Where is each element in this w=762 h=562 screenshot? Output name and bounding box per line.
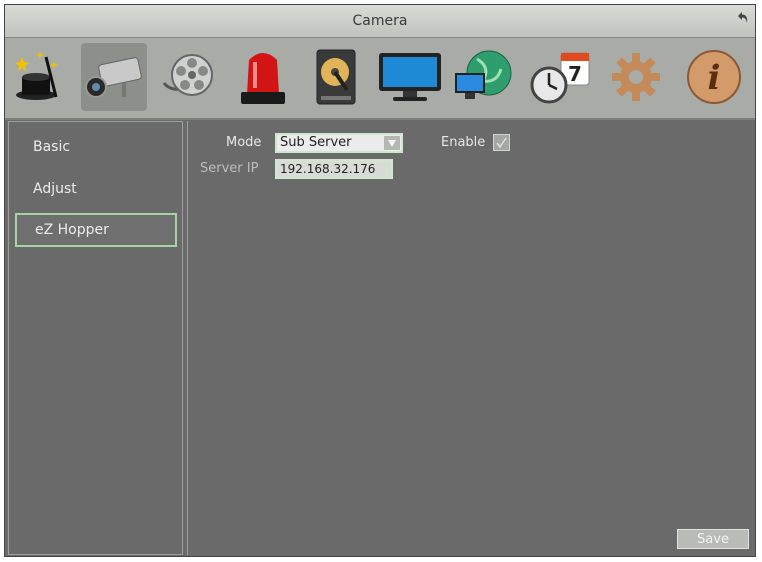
magic-wizard-icon xyxy=(15,51,58,100)
save-button[interactable]: Save xyxy=(677,529,749,549)
schedule-button[interactable]: 7 xyxy=(527,43,593,111)
sidebar-item-label: eZ Hopper xyxy=(35,222,109,238)
sidebar-menu: Basic Adjust eZ Hopper xyxy=(8,121,183,555)
network-button[interactable] xyxy=(451,43,517,111)
server-ip-value: 192.168.32.176 xyxy=(280,162,376,176)
playback-button[interactable] xyxy=(155,43,221,111)
enable-label: Enable xyxy=(441,135,486,150)
mode-select[interactable]: Sub Server xyxy=(275,133,403,153)
mode-label: Mode xyxy=(226,135,262,150)
info-button[interactable]: i xyxy=(681,43,747,111)
sidebar-item-basic[interactable]: Basic xyxy=(15,130,177,164)
film-reel-icon xyxy=(162,54,213,96)
sidebar-item-label: Adjust xyxy=(33,181,77,197)
sidebar-item-ez-hopper[interactable]: eZ Hopper xyxy=(15,213,177,247)
calendar-day: 7 xyxy=(568,62,582,86)
alarm-siren-icon xyxy=(241,53,285,104)
ez-hopper-panel: Mode Sub Server Enable Server IP 192.168… xyxy=(187,121,754,555)
gear-icon xyxy=(612,53,660,101)
sidebar-item-label: Basic xyxy=(33,139,71,155)
network-globe-icon xyxy=(455,50,512,99)
camera-button[interactable] xyxy=(81,43,147,111)
info-icon: i xyxy=(687,50,741,104)
info-glyph: i xyxy=(708,58,721,98)
wizard-button[interactable] xyxy=(7,43,73,111)
storage-button[interactable] xyxy=(303,43,369,111)
settings-button[interactable] xyxy=(603,43,669,111)
schedule-clock-calendar-icon: 7 xyxy=(530,52,590,104)
camera-icon xyxy=(85,57,142,98)
chevron-down-icon xyxy=(384,136,400,150)
display-button[interactable] xyxy=(377,43,443,111)
title-bar: Camera xyxy=(5,5,755,38)
server-ip-field[interactable]: 192.168.32.176 xyxy=(275,159,393,179)
window-title: Camera xyxy=(352,13,408,29)
sidebar-item-adjust[interactable]: Adjust xyxy=(15,172,177,206)
camera-settings-window: Camera 7 i Basic Adjust eZ Hopper Mode S… xyxy=(4,4,756,557)
back-arrow-icon[interactable] xyxy=(735,11,749,25)
server-ip-label: Server IP xyxy=(200,161,259,176)
mode-select-value: Sub Server xyxy=(280,135,352,150)
checkmark-icon xyxy=(496,137,507,149)
main-toolbar: 7 i xyxy=(5,38,755,120)
monitor-icon xyxy=(379,53,441,101)
enable-checkbox[interactable] xyxy=(493,134,510,151)
alarm-button[interactable] xyxy=(230,43,296,111)
hard-disk-icon xyxy=(316,49,356,105)
